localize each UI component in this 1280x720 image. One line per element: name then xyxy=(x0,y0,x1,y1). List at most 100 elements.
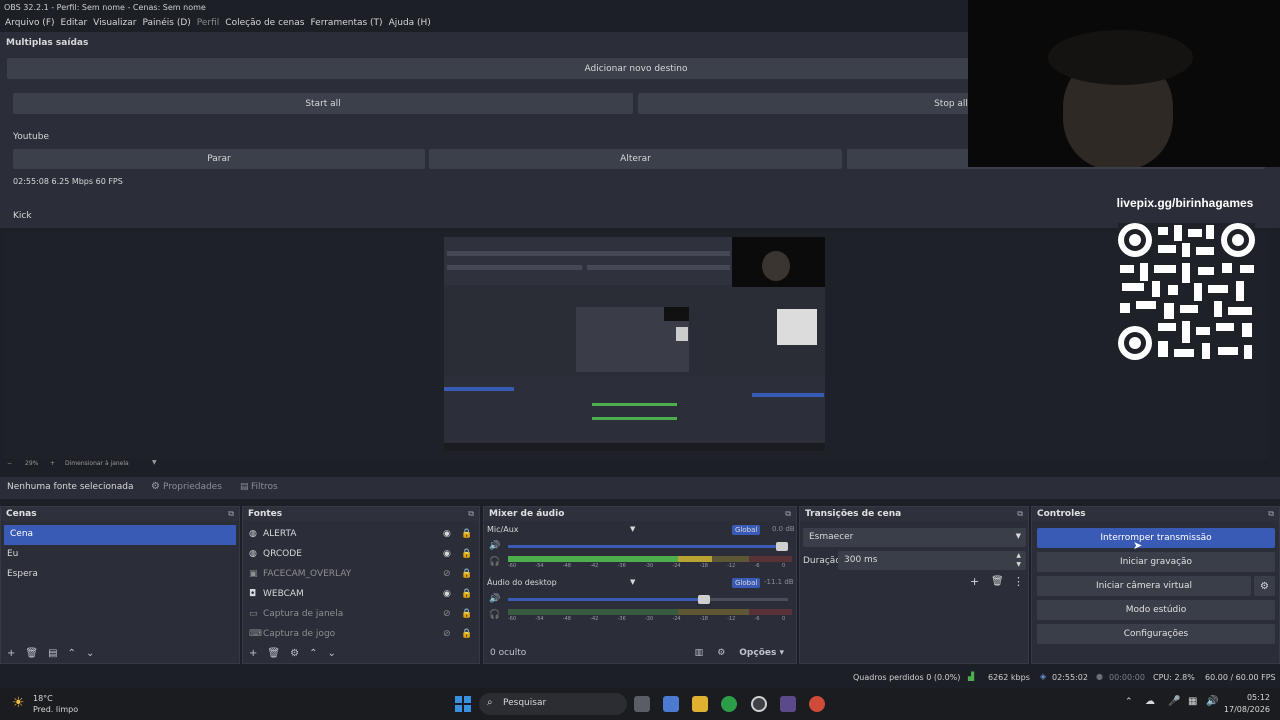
menu-file[interactable]: Arquivo (F) xyxy=(2,16,58,32)
undock-icon[interactable]: ⧉ xyxy=(1017,509,1023,519)
mic-volume-slider[interactable] xyxy=(508,542,789,551)
preview-canvas[interactable] xyxy=(444,237,825,451)
chevron-down-icon[interactable]: ▼ xyxy=(152,459,157,466)
undock-icon[interactable]: ⧉ xyxy=(785,509,791,519)
zoom-in-button[interactable]: + xyxy=(50,460,55,467)
clock-date[interactable]: 17/08/2026 xyxy=(1222,705,1270,714)
speaker-icon[interactable]: 🔊 xyxy=(489,541,500,551)
advanced-audio-icon[interactable]: ⚙ xyxy=(717,648,725,658)
obs-icon[interactable] xyxy=(751,696,767,712)
eye-icon[interactable]: ◉ xyxy=(443,589,461,599)
globe-icon: ◍ xyxy=(249,529,257,539)
settings-button[interactable]: Configurações xyxy=(1037,624,1275,644)
source-item[interactable]: ◍ QRCODE ◉ 🔒 xyxy=(243,544,479,564)
filters-button[interactable]: Filtros xyxy=(251,482,278,492)
source-item[interactable]: ⌨ Captura de jogo ⊘ 🔒 xyxy=(243,624,479,644)
desktop-volume-handle[interactable] xyxy=(698,595,710,604)
headphones-icon[interactable]: 🎧 xyxy=(489,610,500,620)
stepper-arrows-icon[interactable]: ▲ ▼ xyxy=(1016,551,1021,569)
menu-tools[interactable]: Ferramentas (T) xyxy=(307,16,385,32)
app-icon[interactable] xyxy=(780,696,796,712)
eye-icon[interactable]: ◉ xyxy=(443,549,461,559)
scene-item-cena[interactable]: Cena xyxy=(4,525,236,545)
chrome-icon[interactable] xyxy=(721,696,737,712)
menu-view[interactable]: Visualizar xyxy=(90,16,139,32)
chrome-profile-icon[interactable] xyxy=(809,696,825,712)
virtualcam-settings-gear-icon[interactable]: ⚙ xyxy=(1254,576,1275,596)
studio-mode-button[interactable]: Modo estúdio xyxy=(1037,600,1275,620)
mixer-options-button[interactable]: Opções ▾ xyxy=(739,648,784,658)
chevron-down-icon[interactable]: ▼ xyxy=(630,525,635,533)
youtube-stop-button[interactable]: Parar xyxy=(13,149,425,169)
youtube-edit-button[interactable]: Alterar xyxy=(429,149,842,169)
source-item[interactable]: ◍ ALERTA ◉ 🔒 xyxy=(243,524,479,544)
move-down-icon[interactable]: ⌄ xyxy=(86,648,94,659)
lock-icon[interactable]: 🔒 xyxy=(461,529,479,539)
lock-icon[interactable]: 🔒 xyxy=(461,609,479,619)
trash-icon[interactable]: 🗑 xyxy=(267,648,280,659)
trash-icon[interactable]: 🗑 xyxy=(991,576,1004,587)
menu-help[interactable]: Ajuda (H) xyxy=(386,16,434,32)
cloud-icon[interactable]: ☁ xyxy=(1145,696,1155,707)
zoom-out-button[interactable]: − xyxy=(7,460,12,467)
desktop-volume-slider[interactable] xyxy=(508,595,788,604)
clock-time[interactable]: 05:12 xyxy=(1226,693,1270,702)
meter-scale-label: -6 xyxy=(754,616,760,622)
mic-volume-handle[interactable] xyxy=(776,542,789,551)
eye-off-icon[interactable]: ⊘ xyxy=(443,629,461,639)
eye-off-icon[interactable]: ⊘ xyxy=(443,569,461,579)
gear-icon[interactable]: ⚙ xyxy=(290,648,299,659)
eye-icon[interactable]: ◉ xyxy=(443,529,461,539)
microphone-icon[interactable]: 🎤 xyxy=(1168,696,1180,707)
lock-icon[interactable]: 🔒 xyxy=(461,569,479,579)
add-source-icon[interactable]: + xyxy=(249,648,257,659)
volume-icon[interactable]: 🔊 xyxy=(1206,696,1218,707)
chevron-down-icon[interactable]: ▼ xyxy=(630,578,635,586)
network-icon[interactable]: ▦ xyxy=(1188,696,1197,707)
file-explorer-icon[interactable] xyxy=(692,696,708,712)
task-view-icon[interactable] xyxy=(634,696,650,712)
undock-icon[interactable]: ⧉ xyxy=(228,509,234,519)
move-up-icon[interactable]: ⌃ xyxy=(68,648,76,659)
properties-button[interactable]: Propriedades xyxy=(163,482,222,492)
start-recording-button[interactable]: Iniciar gravação xyxy=(1037,552,1275,572)
source-item[interactable]: ▣ FACECAM_OVERLAY ⊘ 🔒 xyxy=(243,564,479,584)
move-down-icon[interactable]: ⌄ xyxy=(327,648,335,659)
menu-profile[interactable]: Perfil xyxy=(194,16,223,32)
source-item[interactable]: ▭ Captura de janela ⊘ 🔒 xyxy=(243,604,479,624)
transition-select[interactable]: Esmaecer ▼ xyxy=(803,528,1026,547)
menu-scene-collection[interactable]: Coleção de cenas xyxy=(222,16,307,32)
start-virtualcam-button[interactable]: Iniciar câmera virtual xyxy=(1037,576,1251,596)
undock-icon[interactable]: ⧉ xyxy=(468,509,474,519)
lock-icon[interactable]: 🔒 xyxy=(461,549,479,559)
lock-icon[interactable]: 🔒 xyxy=(461,589,479,599)
stop-stream-button[interactable]: Interromper transmissão xyxy=(1037,528,1275,548)
duration-spinbox[interactable]: 300 ms ▲ ▼ xyxy=(838,551,1026,570)
chevron-up-icon[interactable]: ⌃ xyxy=(1125,697,1133,707)
store-icon[interactable] xyxy=(663,696,679,712)
scale-mode-select[interactable]: Dimensionar à janela xyxy=(65,460,129,467)
add-scene-icon[interactable]: + xyxy=(7,648,15,659)
canvas-meter xyxy=(592,403,677,406)
speaker-icon[interactable]: 🔊 xyxy=(489,594,500,604)
windows-start-icon[interactable] xyxy=(455,696,471,712)
weather-icon[interactable]: ☀ xyxy=(12,695,25,711)
scene-item-espera[interactable]: Espera xyxy=(1,565,239,585)
add-transition-icon[interactable]: + xyxy=(970,575,979,588)
taskbar-search-box[interactable]: ⌕ Pesquisar xyxy=(479,693,627,715)
filter-icon[interactable]: ▤ xyxy=(48,648,57,659)
menu-edit[interactable]: Editar xyxy=(58,16,91,32)
menu-docks[interactable]: Painéis (D) xyxy=(139,16,193,32)
headphones-icon[interactable]: 🎧 xyxy=(489,557,500,567)
source-item[interactable]: ◘ WEBCAM ◉ 🔒 xyxy=(243,584,479,604)
trash-icon[interactable]: 🗑 xyxy=(25,648,38,659)
eye-off-icon[interactable]: ⊘ xyxy=(443,609,461,619)
scenes-toolbar: + 🗑 ▤ ⌃ ⌄ xyxy=(1,643,239,663)
start-all-button[interactable]: Start all xyxy=(13,93,633,114)
undock-icon[interactable]: ⧉ xyxy=(1268,509,1274,519)
move-up-icon[interactable]: ⌃ xyxy=(309,648,317,659)
more-icon[interactable]: ⋮ xyxy=(1013,575,1024,588)
scene-item-eu[interactable]: Eu xyxy=(1,545,239,565)
lock-icon[interactable]: 🔒 xyxy=(461,629,479,639)
layout-icon[interactable]: ▥ xyxy=(695,648,704,658)
